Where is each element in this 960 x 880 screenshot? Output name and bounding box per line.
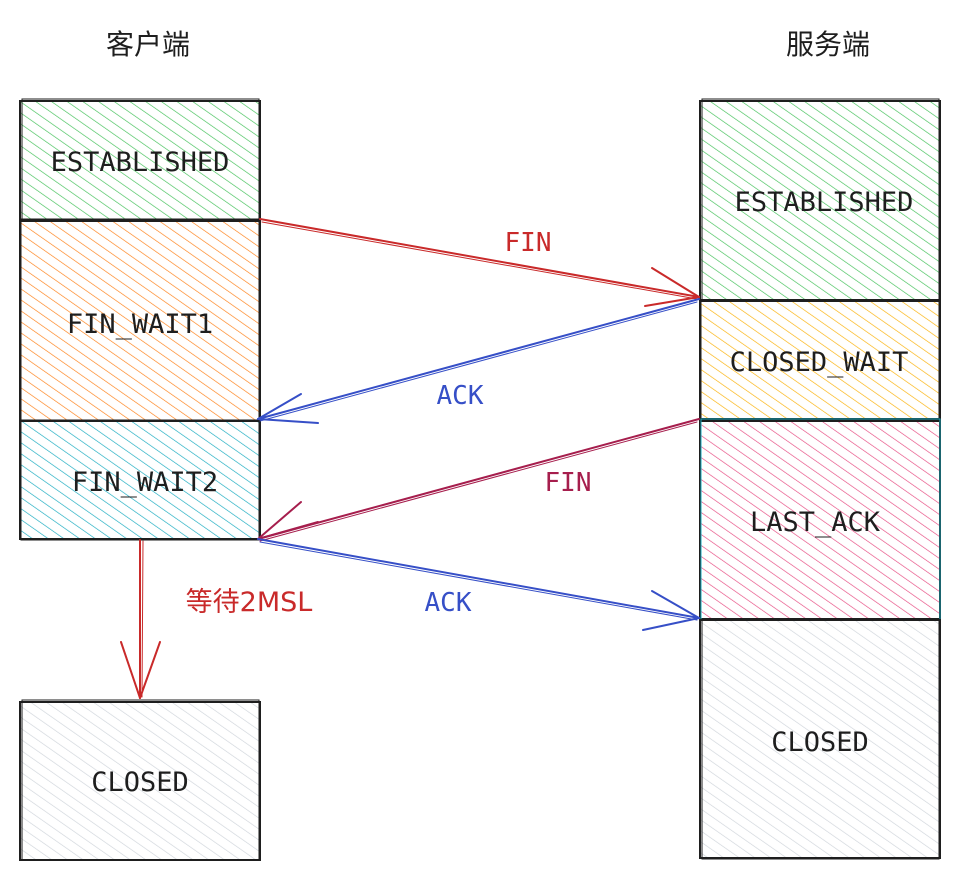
client-state-established-label: ESTABLISHED <box>51 147 230 178</box>
server-state-closed-label: CLOSED <box>771 727 869 758</box>
server-header: 服务端 <box>786 28 870 61</box>
server-state-closed-wait: CLOSED_WAIT <box>699 299 941 421</box>
client-state-fin-wait2: FIN_WAIT2 <box>19 419 261 541</box>
server-state-closed: CLOSED <box>699 618 941 860</box>
fin-arrow-client-to-server <box>259 218 700 307</box>
ack-label-2: ACK <box>425 588 472 618</box>
client-state-closed-label: CLOSED <box>91 767 189 798</box>
wait-2msl-label: 等待2MSL <box>186 587 313 618</box>
server-state-last-ack: LAST_ACK <box>699 418 941 620</box>
client-header: 客户端 <box>106 28 190 61</box>
fin-arrow-server-to-client <box>257 418 700 542</box>
client-state-fin-wait1: FIN_WAIT1 <box>19 218 261 422</box>
ack-label-1: ACK <box>437 381 484 411</box>
ack-arrow-client-to-server <box>257 538 700 631</box>
client-state-closed: CLOSED <box>19 699 261 861</box>
server-state-last-ack-label: LAST_ACK <box>750 507 881 538</box>
fin-label-2: FIN <box>545 468 592 498</box>
server-state-established-label: ESTABLISHED <box>735 187 914 218</box>
client-state-fin-wait1-label: FIN_WAIT1 <box>67 309 213 340</box>
server-state-established: ESTABLISHED <box>699 98 941 301</box>
wait-arrow <box>120 539 161 699</box>
client-state-established: ESTABLISHED <box>19 98 261 222</box>
tcp-four-way-handshake-diagram: 客户端 服务端 ESTABLISHED FIN_WAIT1 FIN_WAIT2 … <box>19 28 941 861</box>
client-state-fin-wait2-label: FIN_WAIT2 <box>72 467 218 498</box>
server-state-closed-wait-label: CLOSED_WAIT <box>730 347 909 378</box>
fin-label-1: FIN <box>505 228 552 258</box>
